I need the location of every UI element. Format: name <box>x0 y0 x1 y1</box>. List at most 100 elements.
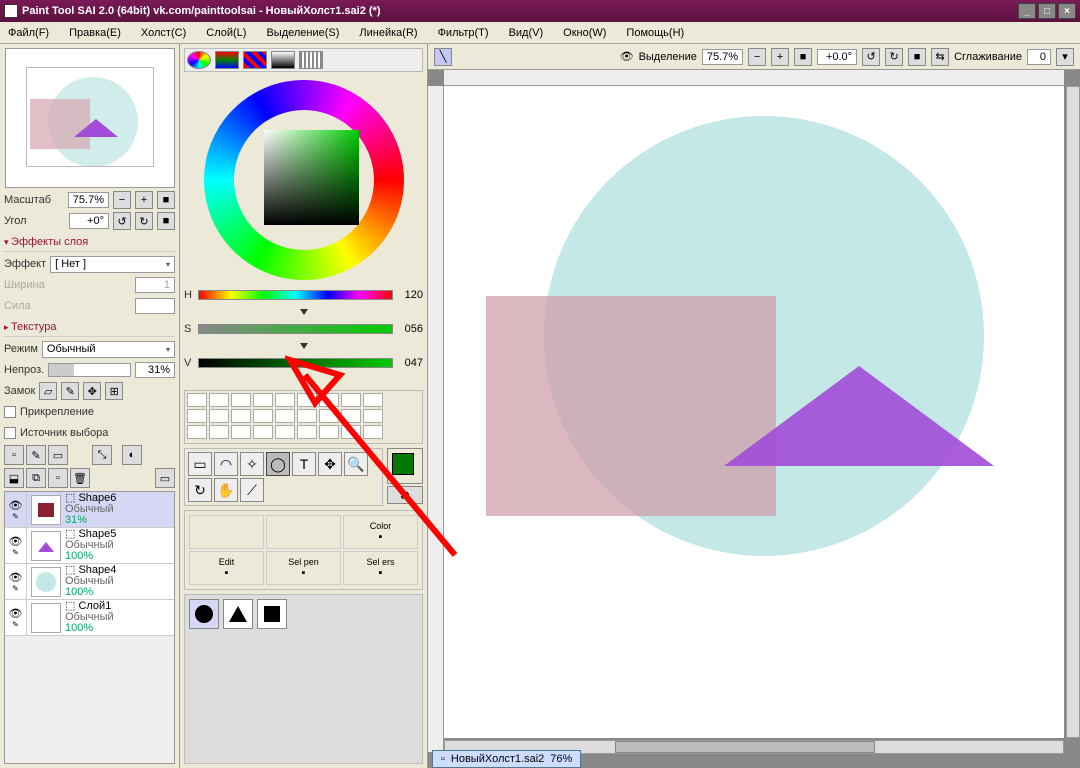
aa-label: Сглаживание <box>954 51 1022 63</box>
menu-file[interactable]: Файл(F) <box>8 27 49 39</box>
layer-options-button[interactable]: ▭ <box>155 468 175 488</box>
transform-button[interactable]: ⤡ <box>92 445 112 465</box>
brush-option-cell[interactable]: Sel pen▪ <box>266 551 341 585</box>
layer-effects-header[interactable]: Эффекты слоя <box>4 233 175 252</box>
visibility-icon[interactable]: 👁✎ <box>5 600 27 636</box>
hue-slider[interactable] <box>198 290 393 300</box>
lock-paint-button[interactable]: ✎ <box>61 382 79 400</box>
menu-select[interactable]: Выделение(S) <box>266 27 339 39</box>
toolbar-rotate-ccw[interactable]: ↺ <box>862 48 880 66</box>
opacity-slider[interactable] <box>48 363 131 377</box>
zoom-fit-button[interactable]: ■ <box>157 191 175 209</box>
fg-bg-color[interactable] <box>387 448 423 484</box>
rotate-ccw-button[interactable]: ↺ <box>113 212 131 230</box>
toolbar-zoom-fit[interactable]: ■ <box>794 48 812 66</box>
layer-row[interactable]: 👁✎⬚ Слой1Обычный100% <box>5 600 174 636</box>
document-tab[interactable]: ▫ НовыйХолст1.sai2 76% <box>432 750 581 768</box>
shape-square[interactable] <box>257 599 287 629</box>
wand-tool[interactable]: ✧ <box>240 452 264 476</box>
mixer-tab[interactable] <box>243 51 267 69</box>
maximize-button[interactable]: □ <box>1038 3 1056 19</box>
new-folder-button[interactable]: ▭ <box>48 445 68 465</box>
source-checkbox[interactable] <box>4 427 16 439</box>
toolbar-zoom-in[interactable]: + <box>771 48 789 66</box>
mask-button[interactable]: ◐ <box>122 445 142 465</box>
swatch-tab[interactable] <box>299 51 323 69</box>
zoom-out-button[interactable]: − <box>113 191 131 209</box>
menu-canvas[interactable]: Холст(C) <box>141 27 186 39</box>
value-slider[interactable] <box>198 358 393 368</box>
aa-value[interactable]: 0 <box>1027 49 1051 65</box>
texture-header[interactable]: Текстура <box>4 318 175 337</box>
canvas-shape-triangle[interactable] <box>724 366 994 466</box>
angle-value[interactable]: +0° <box>69 213 109 229</box>
menu-window[interactable]: Окно(W) <box>563 27 606 39</box>
brush-option-cell[interactable] <box>266 515 341 549</box>
visibility-icon[interactable]: 👁✎ <box>5 492 27 528</box>
toolbar-rotate-cw[interactable]: ↻ <box>885 48 903 66</box>
new-layer-button[interactable]: ▫ <box>4 445 24 465</box>
gray-tab[interactable] <box>271 51 295 69</box>
lock-all-button[interactable]: ⊞ <box>105 382 123 400</box>
text-tool[interactable]: T <box>292 452 316 476</box>
shape-circle[interactable] <box>189 599 219 629</box>
layer-row[interactable]: 👁✎⬚ Shape4Обычный100% <box>5 564 174 600</box>
line-tool-icon[interactable]: ╲ <box>434 48 452 66</box>
navigator[interactable] <box>5 48 175 188</box>
color-swatches[interactable] <box>184 390 423 444</box>
toolbar-zoom-out[interactable]: − <box>748 48 766 66</box>
clear-button[interactable]: ▫ <box>48 468 68 488</box>
clip-checkbox[interactable] <box>4 406 16 418</box>
new-linework-button[interactable]: ✎ <box>26 445 46 465</box>
flip-button[interactable]: ⇆ <box>931 48 949 66</box>
layer-row[interactable]: 👁✎⬚ Shape5Обычный100% <box>5 528 174 564</box>
duplicate-button[interactable]: ⧉ <box>26 468 46 488</box>
minimize-button[interactable]: _ <box>1018 3 1036 19</box>
rect-select-tool[interactable]: ▭ <box>188 452 212 476</box>
opacity-value[interactable]: 31% <box>135 362 175 378</box>
zoom-in-button[interactable]: + <box>135 191 153 209</box>
lasso-tool[interactable]: ◠ <box>214 452 238 476</box>
lock-move-button[interactable]: ✥ <box>83 382 101 400</box>
merge-down-button[interactable]: ⬓ <box>4 468 24 488</box>
menu-ruler[interactable]: Линейка(R) <box>359 27 417 39</box>
saturation-slider[interactable] <box>198 324 393 334</box>
effect-select[interactable]: [ Нет ] <box>50 256 175 273</box>
eyedropper-tool[interactable]: ⟋ <box>240 478 264 502</box>
menu-help[interactable]: Помощь(H) <box>626 27 684 39</box>
layer-row[interactable]: 👁✎⬚ Shape6Обычный31% <box>5 492 174 528</box>
menu-layer[interactable]: Слой(L) <box>206 27 246 39</box>
rgb-tab[interactable] <box>215 51 239 69</box>
menu-filter[interactable]: Фильтр(T) <box>438 27 489 39</box>
blend-mode-select[interactable]: Обычный <box>42 341 175 358</box>
toolbar-zoom[interactable]: 75.7% <box>702 49 743 65</box>
shape-tool[interactable]: ◯ <box>266 452 290 476</box>
menu-edit[interactable]: Правка(E) <box>69 27 121 39</box>
close-button[interactable]: × <box>1058 3 1076 19</box>
toolbar-angle-reset[interactable]: ■ <box>908 48 926 66</box>
hand-tool[interactable]: ✋ <box>214 478 238 502</box>
color-wheel-tab[interactable] <box>187 51 211 69</box>
swap-colors-button[interactable]: ⇄ <box>387 486 423 504</box>
zoom-tool[interactable]: 🔍 <box>344 452 368 476</box>
zoom-value[interactable]: 75.7% <box>68 192 109 208</box>
rotate-cw-button[interactable]: ↻ <box>135 212 153 230</box>
brush-option-cell[interactable]: Edit▪ <box>189 551 264 585</box>
toolbar-angle[interactable]: +0.0° <box>817 49 857 65</box>
vertical-scrollbar[interactable] <box>1066 86 1080 738</box>
brush-option-cell[interactable]: Sel ers▪ <box>343 551 418 585</box>
color-wheel[interactable] <box>204 80 404 280</box>
aa-dropdown[interactable]: ▾ <box>1056 48 1074 66</box>
angle-reset-button[interactable]: ■ <box>157 212 175 230</box>
delete-layer-button[interactable]: 🗑 <box>70 468 90 488</box>
brush-option-cell[interactable]: Color▪ <box>343 515 418 549</box>
shape-triangle[interactable] <box>223 599 253 629</box>
visibility-icon[interactable]: 👁✎ <box>5 564 27 600</box>
brush-option-cell[interactable] <box>189 515 264 549</box>
move-tool[interactable]: ✥ <box>318 452 342 476</box>
canvas[interactable] <box>444 86 1064 738</box>
lock-alpha-button[interactable]: ▱ <box>39 382 57 400</box>
menu-view[interactable]: Вид(V) <box>509 27 544 39</box>
rotate-tool[interactable]: ↻ <box>188 478 212 502</box>
visibility-icon[interactable]: 👁✎ <box>5 528 27 564</box>
